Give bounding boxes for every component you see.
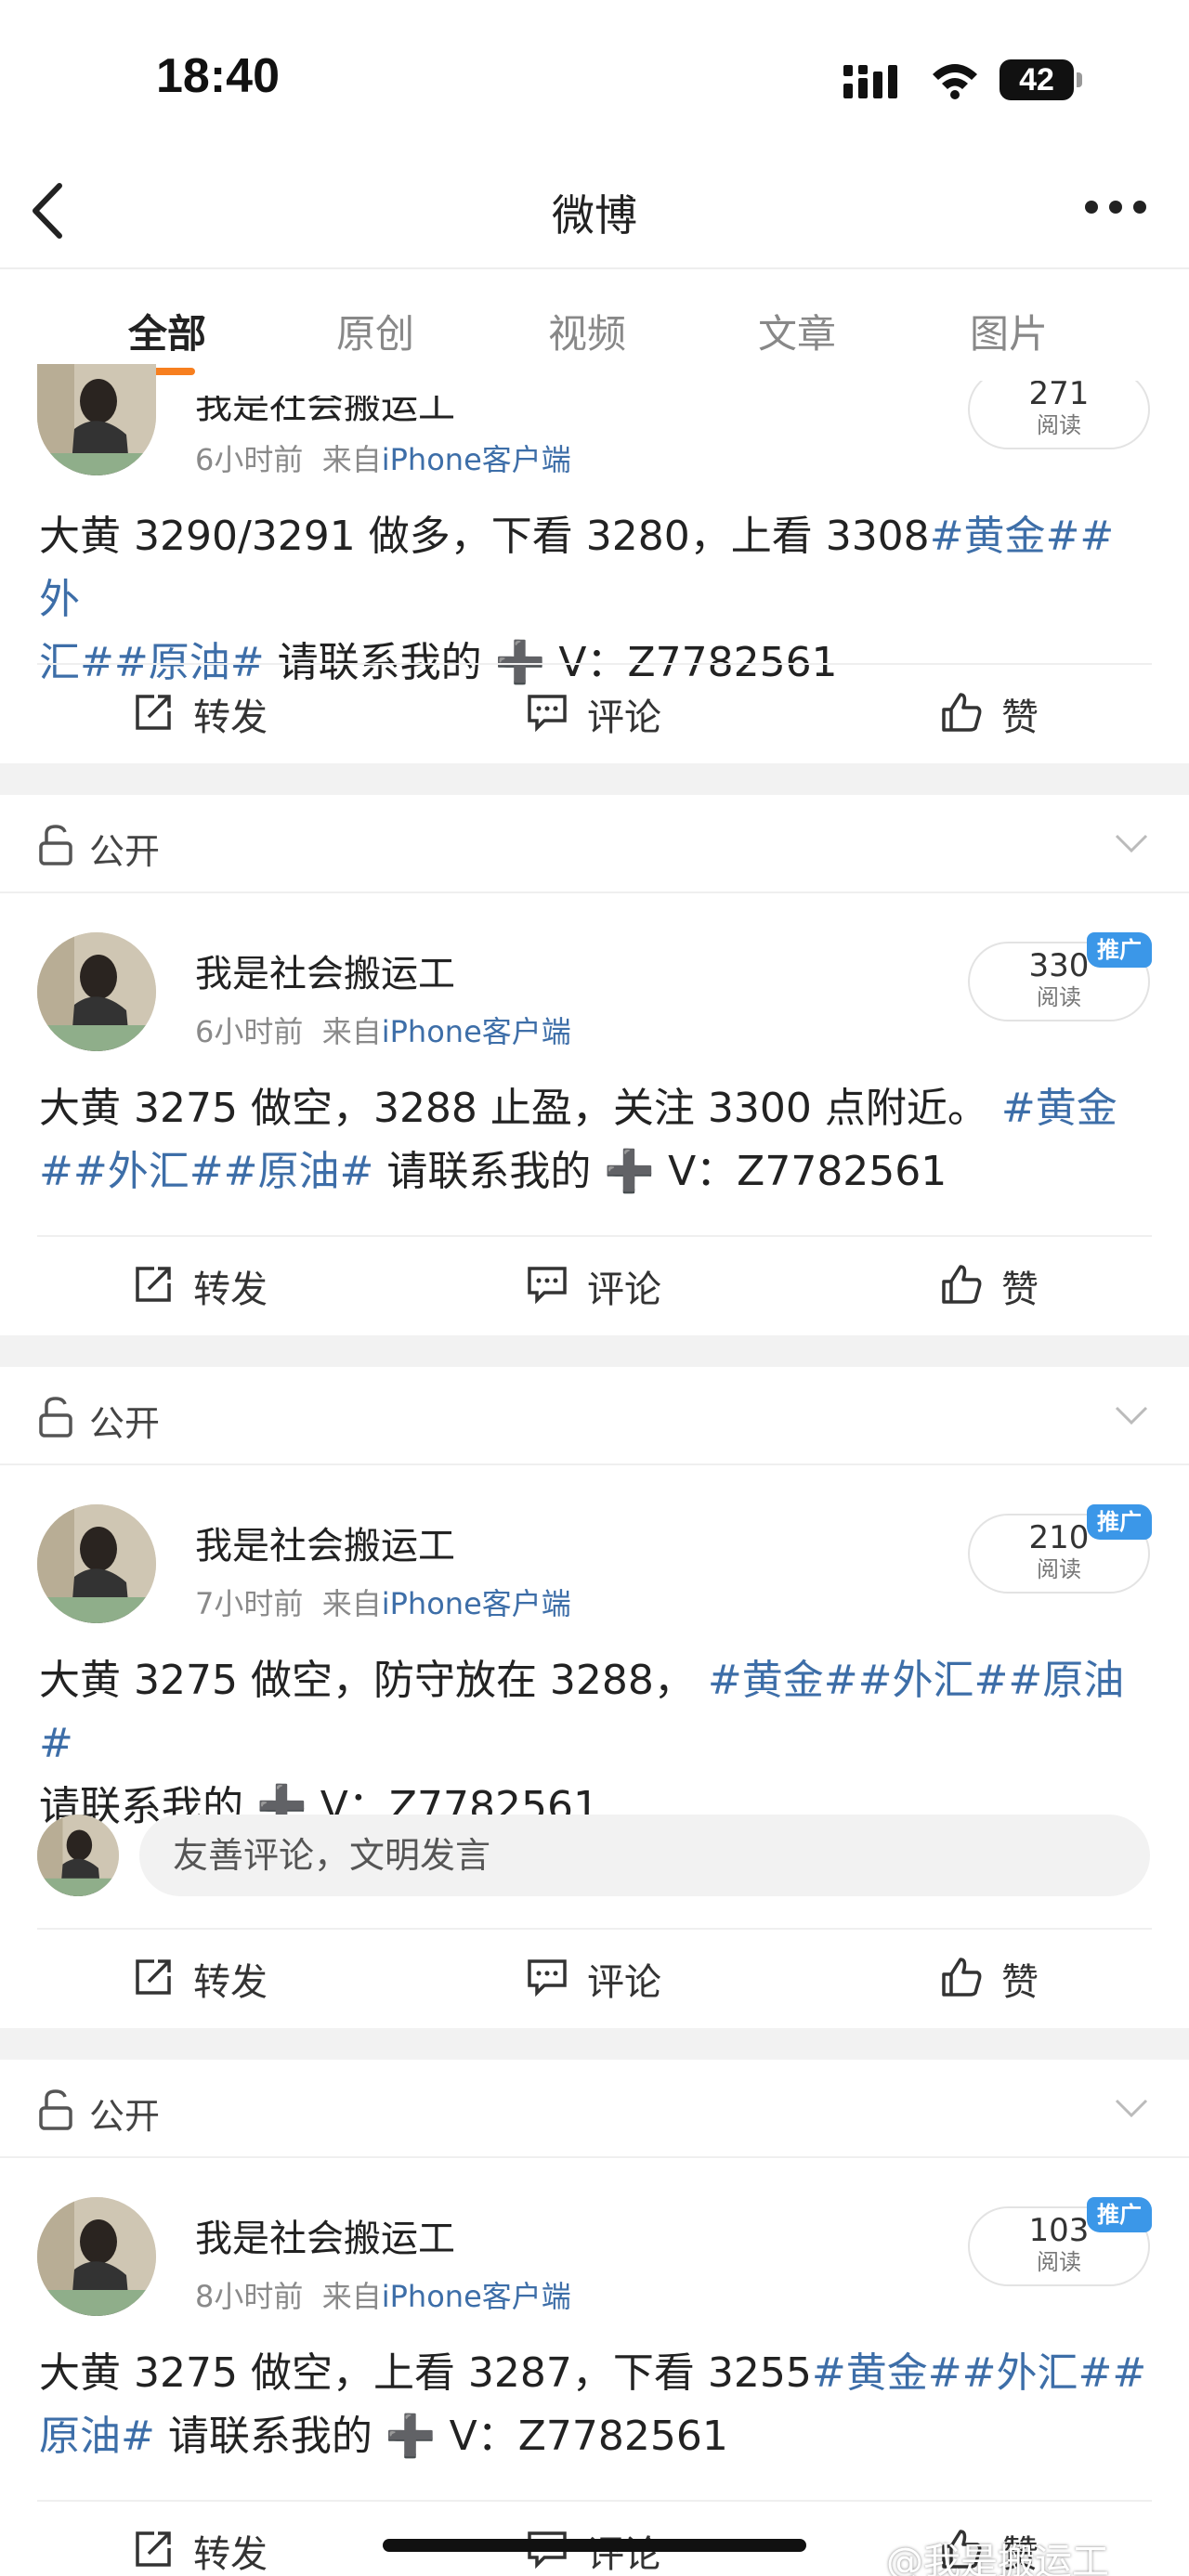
battery-level: 42: [1000, 59, 1074, 100]
divider: [0, 1464, 1189, 1465]
tab-original[interactable]: 原创: [336, 303, 414, 359]
username[interactable]: 我是社会搬运工: [195, 2208, 455, 2262]
tab-all[interactable]: 全部: [128, 303, 206, 359]
post-meta: 8小时前 来自iPhone客户端: [195, 2279, 571, 2314]
home-indicator[interactable]: [383, 2539, 806, 2552]
source-link[interactable]: iPhone客户端: [382, 1586, 571, 1621]
avatar[interactable]: [37, 2197, 156, 2316]
thumbs-up-icon: [942, 693, 982, 732]
divider: [37, 1235, 1152, 1237]
post-text: 大黄 3290/3291 做多，下看 3280，上看 3308#黄金##外 汇##…: [39, 513, 1115, 686]
divider: [0, 267, 1189, 269]
page-title: 微博: [552, 190, 637, 241]
hashtag[interactable]: #黄金##外汇##: [812, 2349, 1146, 2397]
comment-icon: [528, 695, 567, 733]
thumbs-up-icon: [942, 1265, 982, 1304]
post-meta: 6小时前 来自iPhone客户端: [195, 442, 571, 477]
divider: [0, 2156, 1189, 2158]
chevron-down-icon[interactable]: [1113, 830, 1150, 856]
repost-icon: [136, 695, 171, 730]
promo-badge: 推广: [1087, 2197, 1152, 2232]
lock-open-icon: [39, 2089, 72, 2130]
more-options-icon[interactable]: [1085, 193, 1150, 221]
privacy-row[interactable]: 公开: [0, 1367, 1189, 1464]
privacy-row[interactable]: 公开: [0, 795, 1189, 891]
username[interactable]: 我是社会搬运工: [195, 396, 455, 429]
divider: [0, 891, 1189, 893]
card-separator: [0, 763, 1189, 795]
lock-open-icon: [39, 1397, 72, 1438]
lock-open-icon: [39, 825, 72, 865]
avatar[interactable]: [37, 932, 156, 1051]
divider: [37, 663, 1152, 665]
promo-badge: 推广: [1087, 1504, 1152, 1540]
source-link[interactable]: iPhone客户端: [382, 1014, 571, 1049]
avatar[interactable]: [37, 364, 156, 475]
hashtag[interactable]: #黄金: [1001, 1085, 1117, 1132]
source-link[interactable]: iPhone客户端: [382, 2279, 571, 2314]
privacy-label: 公开: [89, 1403, 161, 1444]
source-link[interactable]: iPhone客户端: [382, 442, 571, 477]
post-text: 大黄 3275 做空，3288 止盈，关注 3300 点附近。 #黄金 ##外汇#…: [39, 1085, 1117, 1195]
promo-badge: 推广: [1087, 932, 1152, 968]
avatar[interactable]: [37, 1504, 156, 1623]
watermark: @我是搬运工: [886, 2541, 1109, 2576]
wifi-icon: [933, 64, 977, 99]
comment-icon: [528, 1267, 567, 1305]
tab-video[interactable]: 视频: [548, 303, 626, 359]
privacy-label: 公开: [89, 831, 161, 872]
chevron-down-icon[interactable]: [1113, 2095, 1150, 2121]
username[interactable]: 我是社会搬运工: [195, 943, 455, 997]
hashtag[interactable]: 原油#: [39, 2413, 155, 2460]
username[interactable]: 我是社会搬运工: [195, 1516, 455, 1569]
card-separator: [0, 1335, 1189, 1367]
divider: [37, 1928, 1152, 1930]
repost-icon: [136, 1959, 171, 1995]
status-time: 18:40: [156, 49, 280, 103]
comment-icon: [528, 1959, 567, 1997]
divider: [37, 2500, 1152, 2502]
avatar[interactable]: [37, 1815, 119, 1896]
repost-icon: [136, 2531, 171, 2567]
thumbs-up-icon: [942, 1958, 982, 1997]
tab-article[interactable]: 文章: [758, 303, 836, 359]
privacy-row[interactable]: 公开: [0, 2060, 1189, 2156]
hashtag[interactable]: ##外汇##原油#: [39, 1148, 373, 1195]
tab-image[interactable]: 图片: [970, 303, 1048, 359]
post-meta: 6小时前 来自iPhone客户端: [195, 1014, 571, 1049]
cellular-signal-icon: [843, 65, 897, 98]
repost-icon: [136, 1267, 171, 1302]
battery-icon: 42: [1000, 59, 1083, 100]
card-separator: [0, 2028, 1189, 2060]
post-text: 大黄 3275 做空，防守放在 3288， #黄金##外汇##原油# 请联系我的 …: [39, 1657, 1125, 1830]
post-text: 大黄 3275 做空，上看 3287，下看 3255#黄金##外汇## 原油# 请…: [39, 2349, 1147, 2460]
comment-input[interactable]: 友善评论，文明发言: [139, 1815, 1150, 1896]
privacy-label: 公开: [89, 2096, 161, 2137]
read-count-badge[interactable]: 271 阅读: [968, 381, 1150, 449]
post-meta: 7小时前 来自iPhone客户端: [195, 1586, 571, 1621]
chevron-down-icon[interactable]: [1113, 1402, 1150, 1428]
